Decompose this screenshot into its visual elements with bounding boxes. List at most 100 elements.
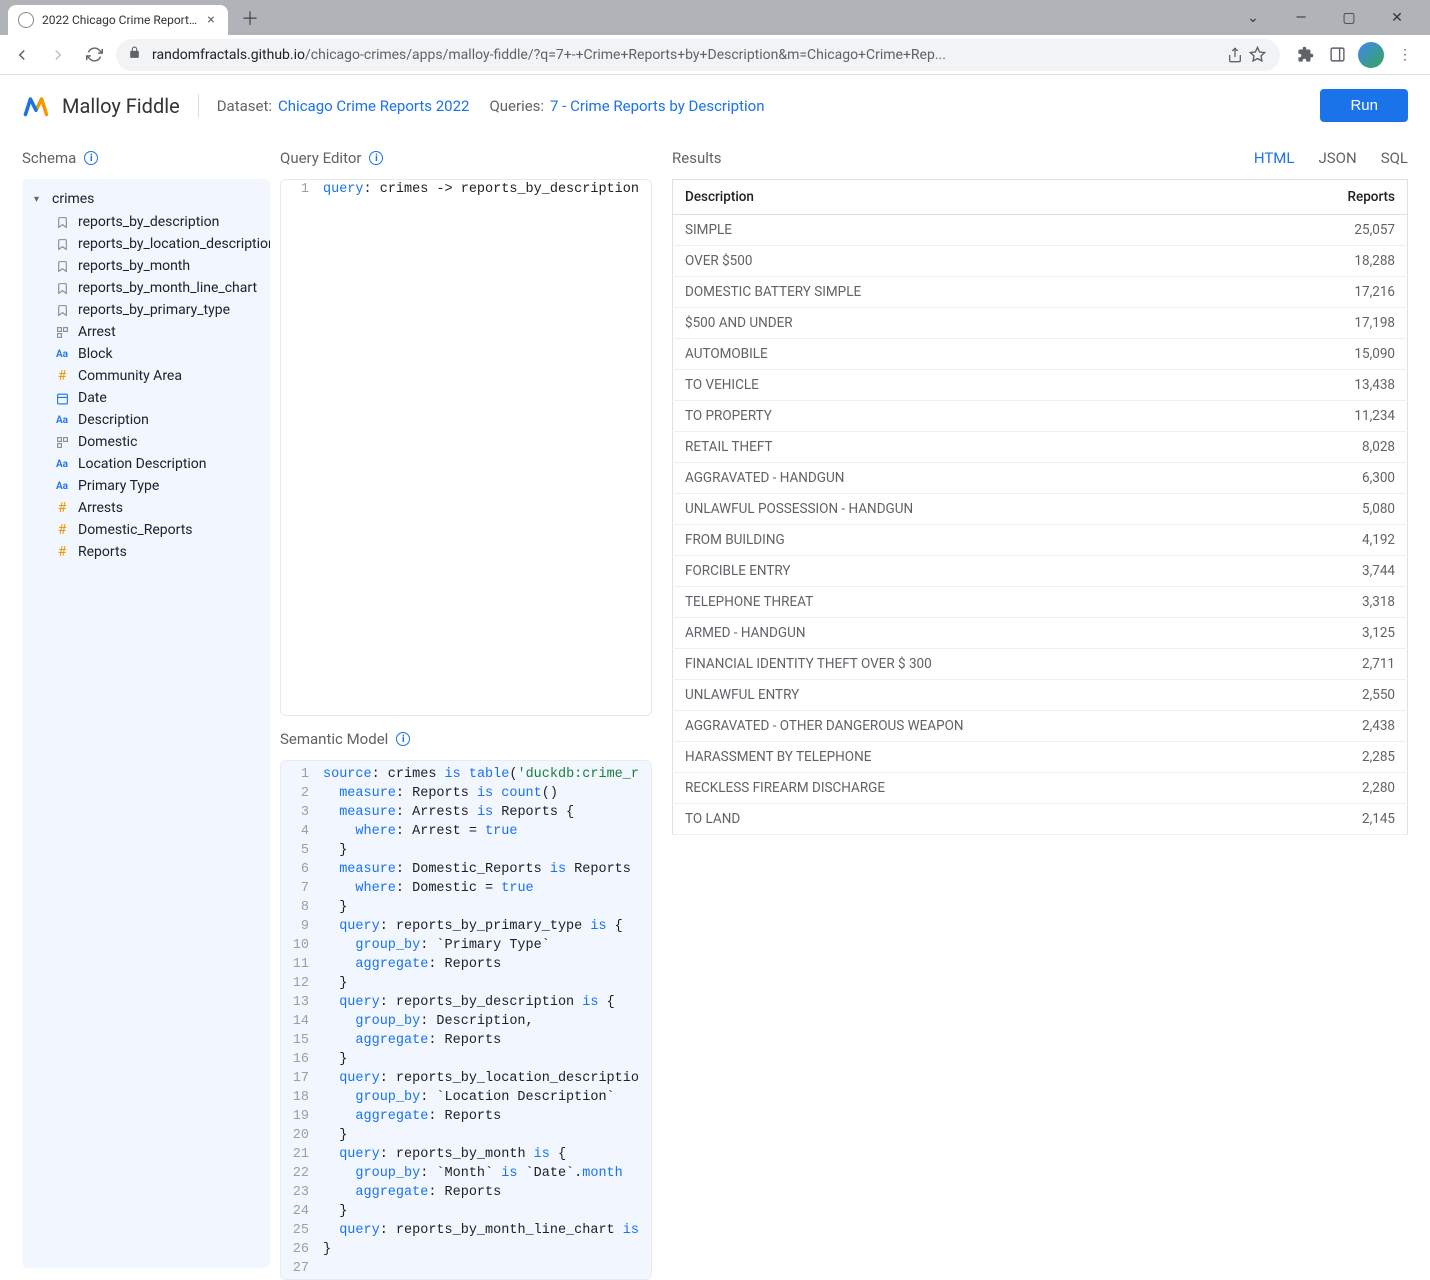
line-number: 27 — [281, 1259, 323, 1278]
number-icon: # — [54, 522, 70, 538]
table-row: UNLAWFUL POSSESSION - HANDGUN5,080 — [673, 494, 1408, 525]
line-number: 25 — [281, 1221, 323, 1240]
line-number: 2 — [281, 784, 323, 803]
code-line: group_by: `Primary Type` — [323, 936, 651, 955]
number-icon: # — [54, 500, 70, 516]
dataset-label: Dataset: — [217, 97, 272, 115]
schema-item[interactable]: # Domestic_Reports — [26, 519, 266, 541]
code-line: aggregate: Reports — [323, 1183, 651, 1202]
line-number: 13 — [281, 993, 323, 1012]
line-number: 8 — [281, 898, 323, 917]
reload-button[interactable] — [80, 41, 108, 69]
table-row: TO VEHICLE13,438 — [673, 370, 1408, 401]
schema-item-label: reports_by_month_line_chart — [78, 280, 257, 296]
schema-item[interactable]: AaDescription — [26, 409, 266, 431]
cell-description: RECKLESS FIREARM DISCHARGE — [673, 773, 1267, 804]
schema-item[interactable]: reports_by_description — [26, 211, 266, 233]
maximize-icon[interactable]: ▢ — [1334, 10, 1364, 26]
url-bar[interactable]: randomfractals.github.io/chicago-crimes/… — [116, 39, 1280, 71]
schema-item-label: Arrests — [78, 500, 123, 516]
schema-item[interactable]: Arrest — [26, 321, 266, 343]
back-button[interactable] — [8, 41, 36, 69]
code-line — [323, 1259, 651, 1278]
dataset-link[interactable]: Chicago Crime Reports 2022 — [278, 97, 469, 115]
schema-item[interactable]: Domestic — [26, 431, 266, 453]
cell-description: DOMESTIC BATTERY SIMPLE — [673, 277, 1267, 308]
line-number: 15 — [281, 1031, 323, 1050]
browser-tab[interactable]: 2022 Chicago Crime Reports Ma × — [8, 5, 228, 35]
results-tab-html[interactable]: HTML — [1254, 149, 1295, 167]
code-line: aggregate: Reports — [323, 1031, 651, 1050]
line-number: 6 — [281, 860, 323, 879]
share-icon[interactable] — [1224, 44, 1246, 66]
table-row: ARMED - HANDGUN3,125 — [673, 618, 1408, 649]
schema-item-label: Location Description — [78, 456, 207, 472]
star-icon[interactable] — [1246, 44, 1268, 66]
info-icon[interactable]: i — [84, 151, 98, 165]
minimize-icon[interactable]: — — [1286, 10, 1316, 26]
info-icon[interactable]: i — [369, 151, 383, 165]
schema-item[interactable]: #Community Area — [26, 365, 266, 387]
cell-reports: 17,216 — [1266, 277, 1407, 308]
avatar[interactable] — [1358, 42, 1384, 68]
results-tab-json[interactable]: JSON — [1318, 149, 1356, 167]
sidepanel-icon[interactable] — [1326, 44, 1348, 66]
schema-panel: ▾ crimes reports_by_descriptionreports_b… — [22, 179, 270, 1268]
schema-item[interactable]: AaBlock — [26, 343, 266, 365]
new-tab-button[interactable]: ＋ — [236, 4, 264, 32]
info-icon[interactable]: i — [396, 732, 410, 746]
tab-title: 2022 Chicago Crime Reports Ma — [42, 13, 198, 27]
close-icon[interactable]: × — [204, 13, 218, 27]
schema-item[interactable]: Aa Location Description — [26, 453, 266, 475]
results-tab-sql[interactable]: SQL — [1381, 149, 1408, 167]
schema-item[interactable]: AaPrimary Type — [26, 475, 266, 497]
cell-reports: 11,234 — [1266, 401, 1407, 432]
cell-reports: 6,300 — [1266, 463, 1407, 494]
schema-item[interactable]: reports_by_location_description — [26, 233, 266, 255]
cell-reports: 2,711 — [1266, 649, 1407, 680]
string-icon: Aa — [54, 478, 70, 494]
line-number: 1 — [281, 180, 323, 199]
cell-description: TO VEHICLE — [673, 370, 1267, 401]
line-number: 14 — [281, 1012, 323, 1031]
bookmark-icon — [54, 280, 70, 296]
run-button[interactable]: Run — [1320, 89, 1408, 122]
cell-description: TO LAND — [673, 804, 1267, 835]
schema-item[interactable]: #Reports — [26, 541, 266, 563]
query-editor[interactable]: 1query: crimes -> reports_by_description — [280, 179, 652, 716]
extensions-icon[interactable] — [1294, 44, 1316, 66]
code-line: query: reports_by_month is { — [323, 1145, 651, 1164]
code-line: } — [323, 974, 651, 993]
browser-chrome: 2022 Chicago Crime Reports Ma × ＋ ⌄ — ▢ … — [0, 0, 1430, 75]
line-number: 4 — [281, 822, 323, 841]
bookmark-icon — [54, 302, 70, 318]
schema-item-label: Domestic_Reports — [78, 522, 193, 538]
cell-description: ARMED - HANDGUN — [673, 618, 1267, 649]
code-line: group_by: `Month` is `Date`.month — [323, 1164, 651, 1183]
schema-item[interactable]: Date — [26, 387, 266, 409]
close-window-icon[interactable]: ✕ — [1382, 10, 1412, 26]
schema-item[interactable]: reports_by_month — [26, 255, 266, 277]
table-row: DOMESTIC BATTERY SIMPLE17,216 — [673, 277, 1408, 308]
line-number: 16 — [281, 1050, 323, 1069]
window-dropdown-icon[interactable]: ⌄ — [1238, 10, 1268, 26]
schema-item[interactable]: reports_by_month_line_chart — [26, 277, 266, 299]
number-icon: # — [54, 544, 70, 560]
menu-icon[interactable]: ⋮ — [1394, 44, 1416, 66]
table-row: HARASSMENT BY TELEPHONE2,285 — [673, 742, 1408, 773]
schema-item[interactable]: # Arrests — [26, 497, 266, 519]
string-icon: Aa — [54, 456, 70, 472]
schema-root[interactable]: ▾ crimes — [26, 187, 266, 211]
line-number: 18 — [281, 1088, 323, 1107]
bookmark-icon — [54, 236, 70, 252]
schema-item-label: reports_by_month — [78, 258, 190, 274]
table-row: $500 AND UNDER17,198 — [673, 308, 1408, 339]
column-header: Reports — [1266, 180, 1407, 215]
code-line: source: crimes is table('duckdb:crime_r — [323, 765, 651, 784]
cell-description: AUTOMOBILE — [673, 339, 1267, 370]
code-line: query: reports_by_location_descriptio — [323, 1069, 651, 1088]
forward-button[interactable] — [44, 41, 72, 69]
semantic-model-editor[interactable]: 1source: crimes is table('duckdb:crime_r… — [280, 760, 652, 1280]
schema-item[interactable]: reports_by_primary_type — [26, 299, 266, 321]
queries-link[interactable]: 7 - Crime Reports by Description — [550, 97, 764, 115]
